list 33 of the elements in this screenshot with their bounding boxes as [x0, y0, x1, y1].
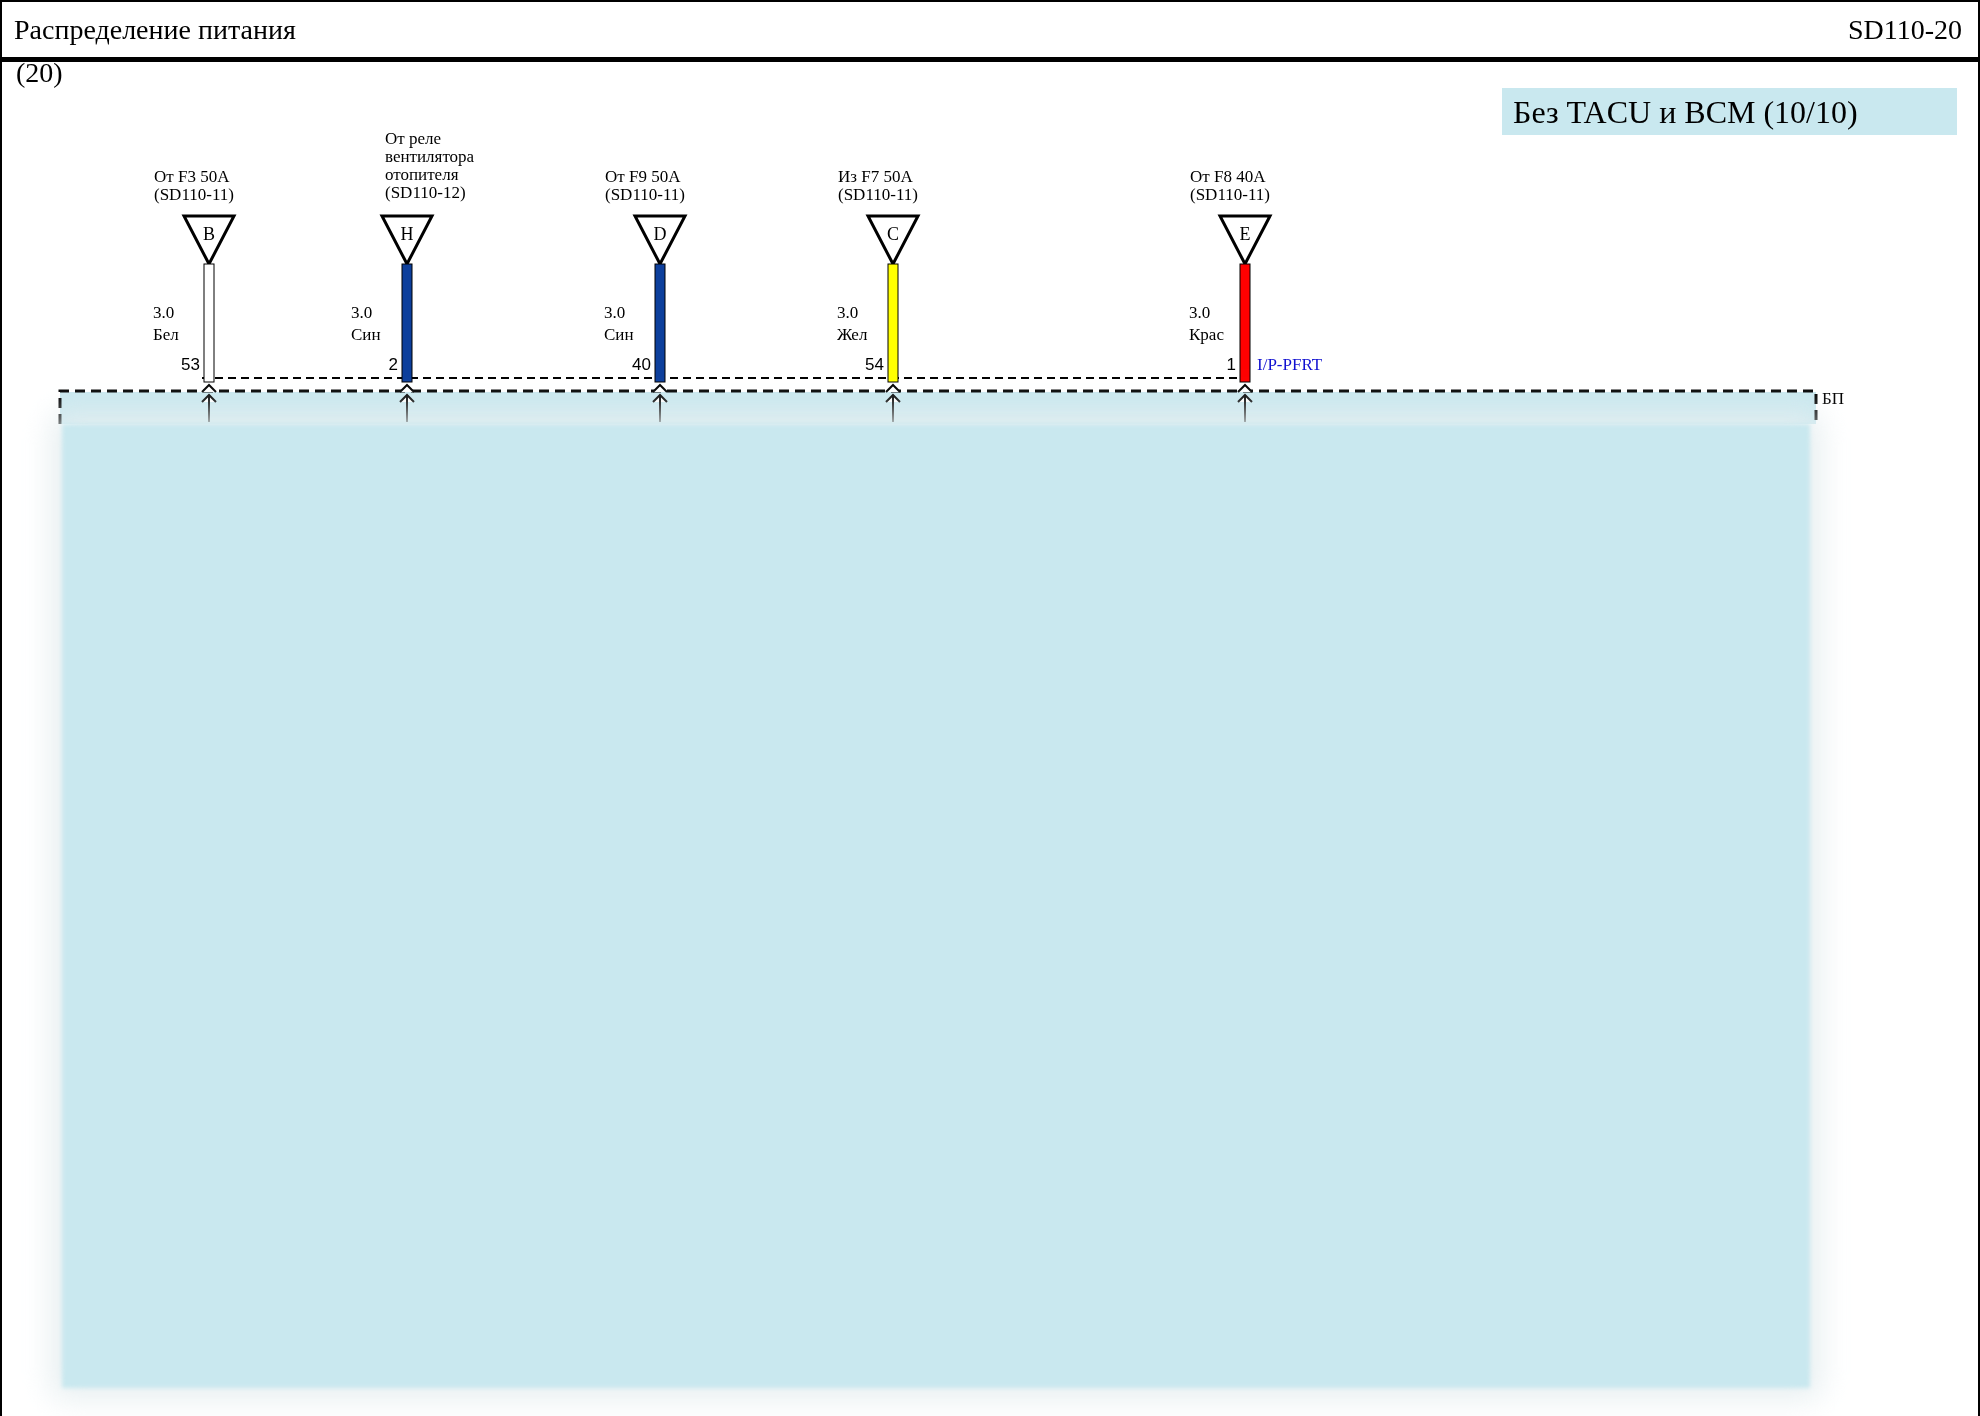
wire-color-label: Син: [351, 325, 381, 344]
source-label: От F8 40A: [1190, 167, 1266, 186]
wire-gauge: 3.0: [1189, 303, 1211, 322]
wire-color-label: Бел: [153, 325, 179, 344]
wire-gauge: 3.0: [604, 303, 626, 322]
source-label: От F3 50A: [154, 167, 230, 186]
pin-number: 54: [865, 355, 884, 374]
source-label: Из F7 50A: [838, 167, 913, 186]
banner-title: Без TACU и BCM (10/10): [1502, 88, 1957, 135]
pin-number: 40: [632, 355, 651, 374]
wire-gauge: 3.0: [153, 303, 175, 322]
source-label: (SD110-12): [385, 183, 466, 202]
wire-color-label: Крас: [1189, 325, 1224, 344]
junction-box-label: БП: [1822, 389, 1845, 408]
pin-number: 1: [1226, 355, 1236, 374]
wire-gauge: 3.0: [837, 303, 859, 322]
source-label: отопителя: [385, 165, 459, 184]
wire-color-label: Син: [604, 325, 634, 344]
source-label: От F9 50A: [605, 167, 681, 186]
page-subtitle: (20): [16, 62, 63, 88]
pin-number: 53: [181, 355, 200, 374]
source-label: (SD110-11): [838, 185, 918, 204]
source-label: вентилятора: [385, 147, 475, 166]
source-label: От реле: [385, 129, 442, 148]
connector-label: I/P-PFRT: [1257, 355, 1323, 374]
page-title: Распределение питания: [14, 13, 296, 46]
wire-color-label: Жел: [837, 325, 868, 344]
source-label: (SD110-11): [154, 185, 234, 204]
pin-number: 2: [388, 355, 398, 374]
page-code: SD110-20: [1847, 13, 1962, 46]
source-label: (SD110-11): [605, 185, 685, 204]
wire-gauge: 3.0: [351, 303, 373, 322]
source-label: (SD110-11): [1190, 185, 1270, 204]
